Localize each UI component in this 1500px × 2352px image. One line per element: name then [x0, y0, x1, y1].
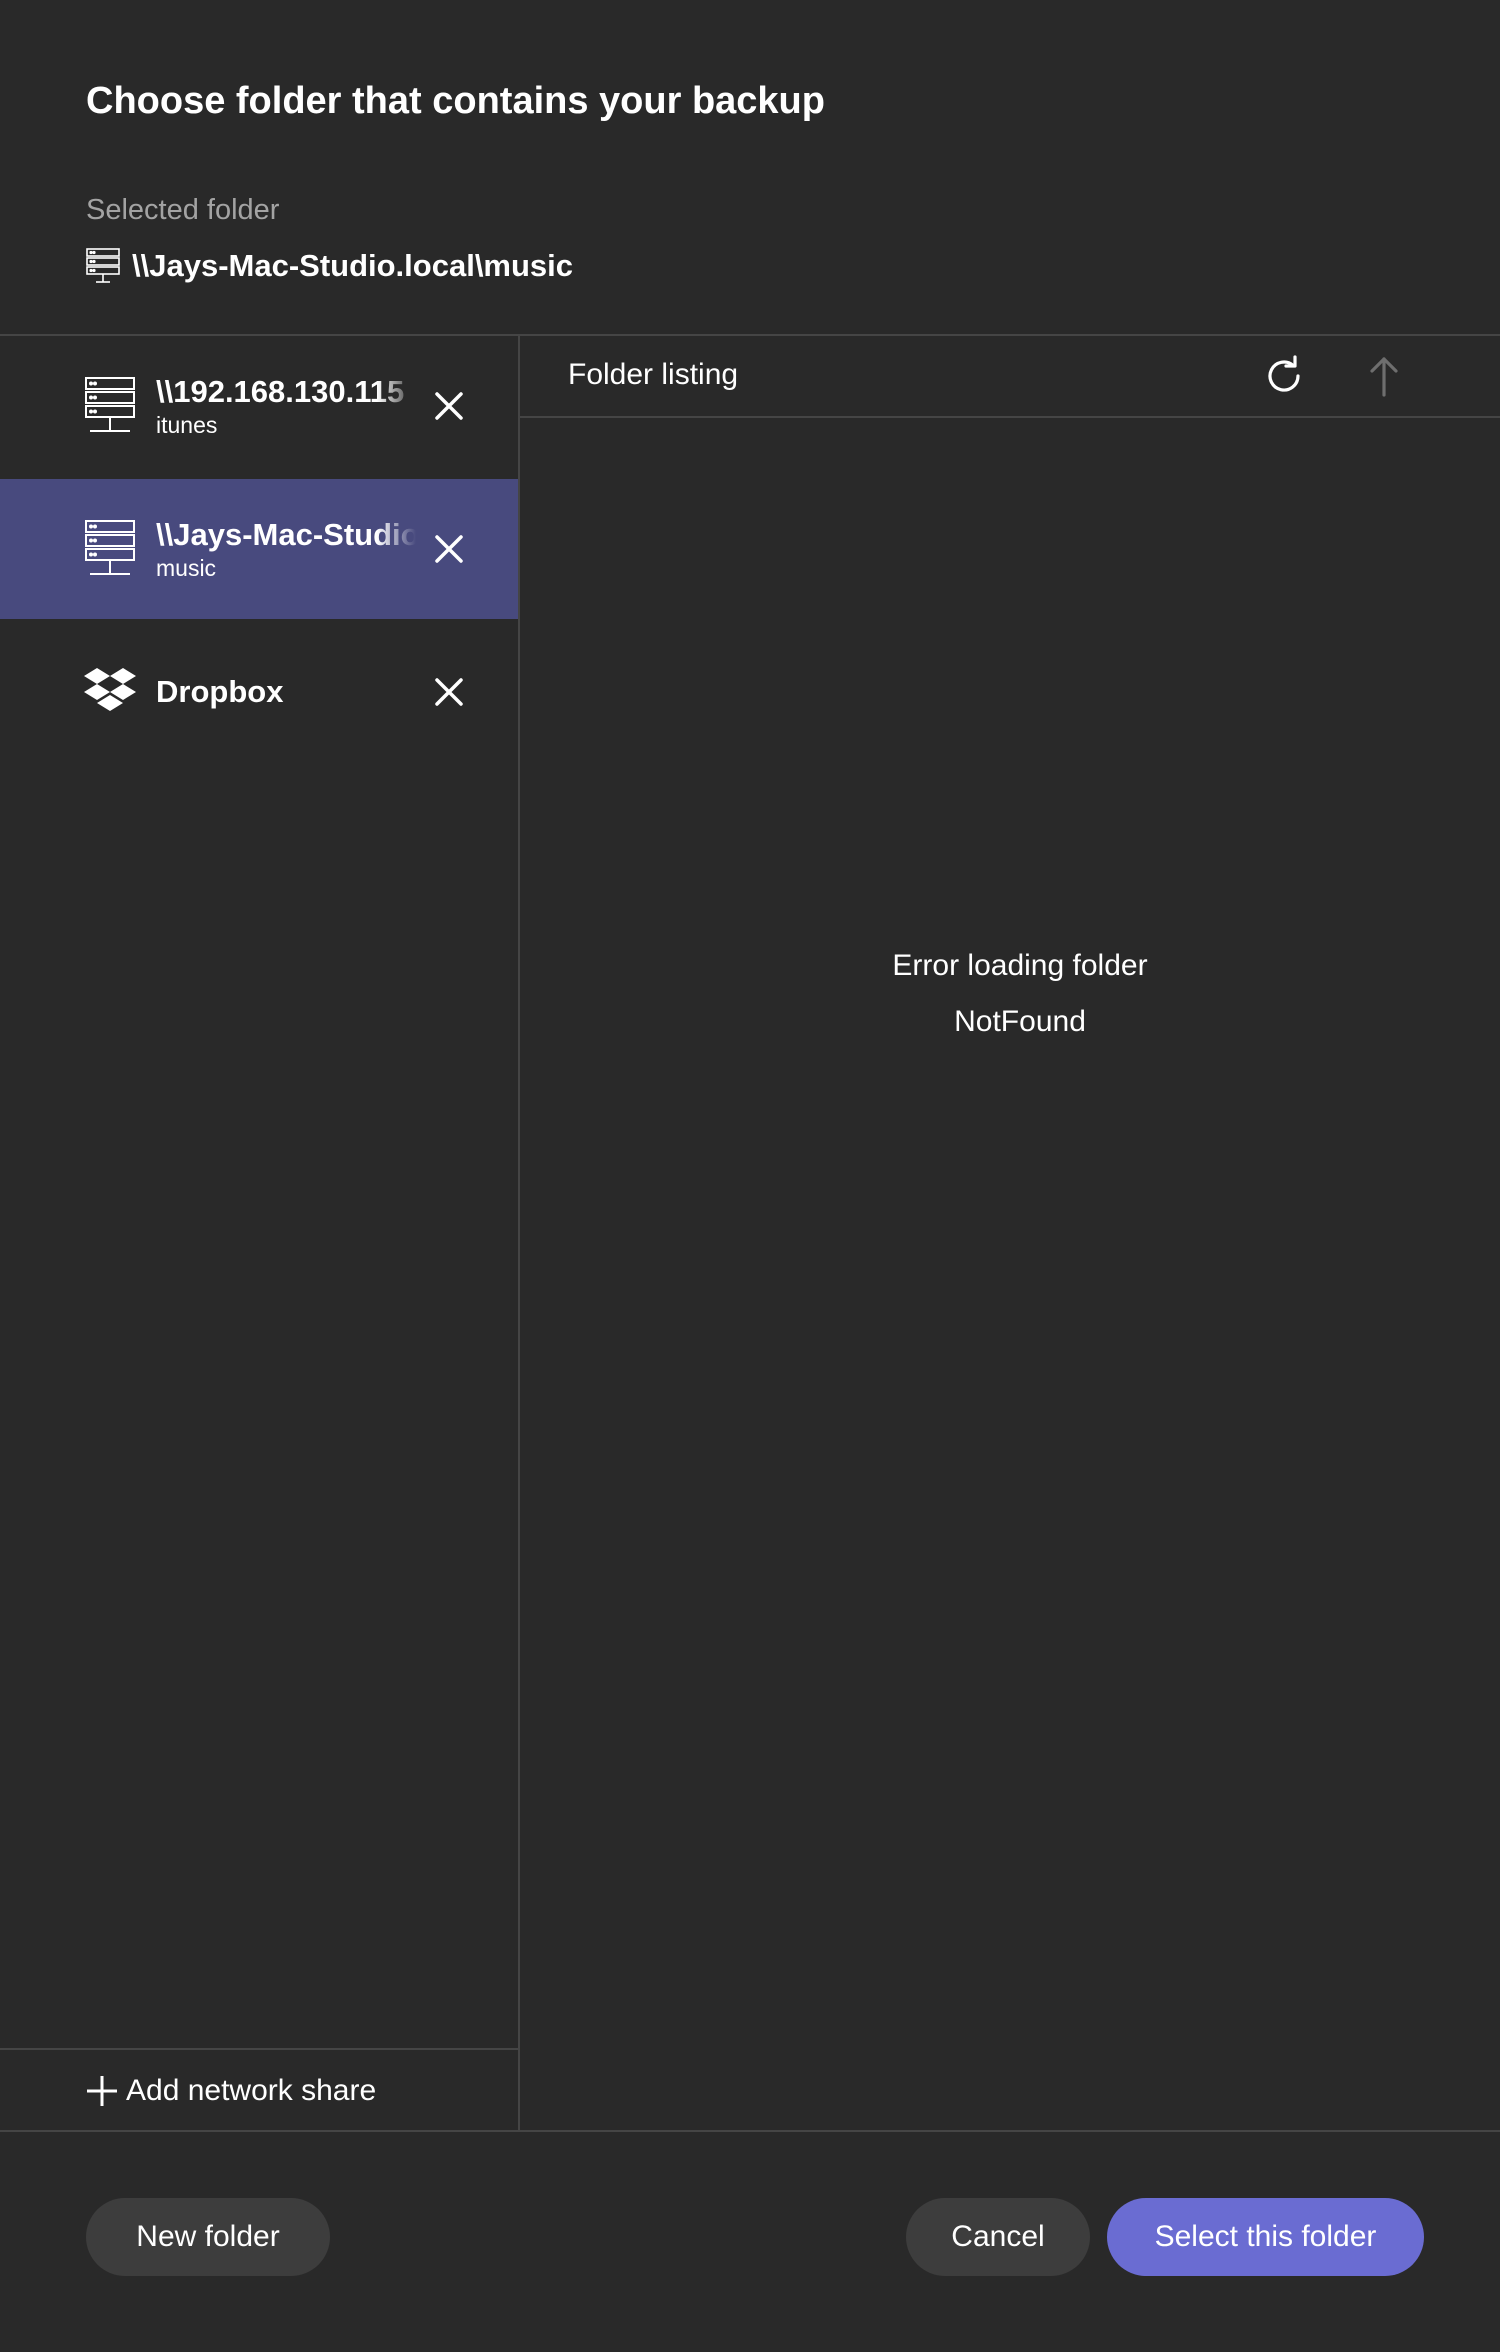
listing-header-divider	[520, 416, 1500, 418]
cancel-button[interactable]: Cancel	[906, 2198, 1090, 2276]
dialog-title: Choose folder that contains your backup	[86, 80, 825, 122]
share-item-192-168-130-115[interactable]: \\192.168.130.115 itunes	[0, 336, 518, 476]
add-network-share-button[interactable]: Add network share	[86, 2074, 376, 2108]
selected-folder-path: \\Jays-Mac-Studio.local\music	[86, 248, 573, 284]
close-icon[interactable]	[432, 389, 466, 423]
select-this-folder-button[interactable]: Select this folder	[1107, 2198, 1424, 2276]
refresh-icon[interactable]	[1262, 354, 1306, 398]
share-item-texts: \\192.168.130.115 itunes	[156, 374, 416, 439]
new-folder-button[interactable]: New folder	[86, 2198, 330, 2276]
dropbox-icon	[84, 668, 136, 711]
share-item-subtitle: music	[156, 554, 217, 581]
arrow-up-icon[interactable]	[1364, 354, 1404, 398]
share-item-texts: Dropbox	[156, 674, 416, 710]
error-detail: NotFound	[954, 1005, 1086, 1038]
share-item-name: \\192.168.130.115	[156, 373, 405, 409]
share-item-texts: \\Jays-Mac-Studio.local music	[156, 517, 416, 582]
server-icon	[85, 520, 135, 575]
server-icon	[85, 377, 135, 432]
selected-folder-label: Selected folder	[86, 194, 280, 226]
network-share-list: \\192.168.130.115 itunes \\Jays-Mac-Stud…	[0, 336, 518, 2130]
server-icon	[86, 248, 120, 283]
error-title: Error loading folder	[892, 949, 1148, 982]
choose-folder-dialog: Choose folder that contains your backup …	[0, 0, 1500, 2352]
folder-listing-header: Folder listing	[568, 358, 739, 391]
pane-divider	[518, 336, 520, 2130]
close-icon[interactable]	[432, 532, 466, 566]
add-network-share-label: Add network share	[126, 2074, 377, 2107]
plus-icon	[87, 2076, 117, 2106]
folder-error-message: Error loading folder NotFound	[520, 938, 1500, 1050]
bottom-divider	[0, 2130, 1500, 2132]
close-icon[interactable]	[432, 675, 466, 709]
share-item-name: Dropbox	[156, 674, 284, 709]
share-item-subtitle: itunes	[156, 411, 218, 438]
share-item-jays-mac-studio[interactable]: \\Jays-Mac-Studio.local music	[0, 479, 518, 619]
selected-folder-path-text: \\Jays-Mac-Studio.local\music	[132, 248, 574, 283]
share-item-dropbox[interactable]: Dropbox	[0, 622, 518, 762]
share-item-name: \\Jays-Mac-Studio.local	[156, 516, 416, 552]
